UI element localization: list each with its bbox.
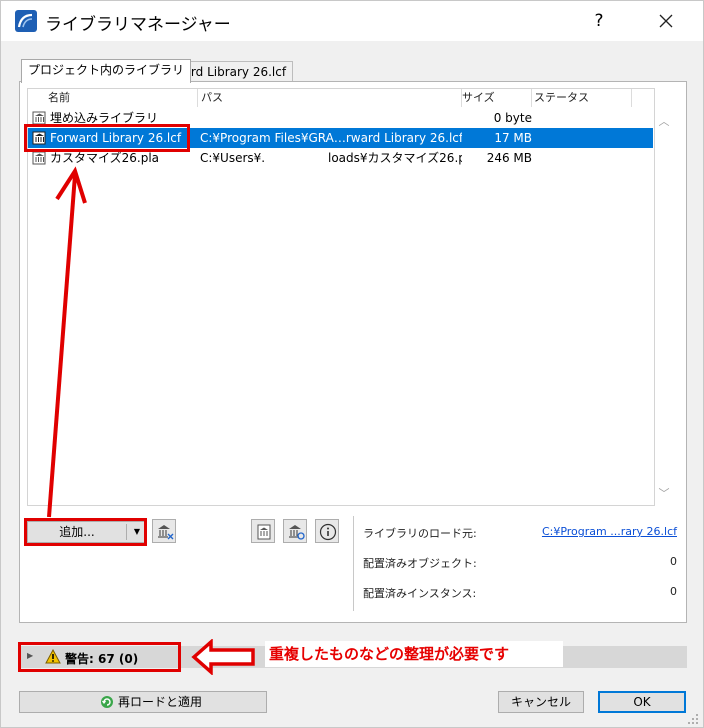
chevron-up-icon[interactable]: ︿ (658, 116, 670, 128)
resize-grip-icon[interactable] (687, 713, 701, 727)
close-button[interactable] (651, 7, 681, 35)
library-action-button-1[interactable] (251, 519, 275, 543)
library-load-icon (257, 524, 271, 540)
annotation-arrow-left-icon (191, 639, 255, 675)
load-source-label: ライブラリのロード元: (363, 527, 477, 540)
library-action-button-2[interactable] (283, 519, 307, 543)
column-header-status[interactable]: ステータス (532, 89, 632, 107)
placed-objects-value: 0 (670, 555, 677, 568)
row-path-end: loads¥カスタマイズ26.pla (328, 151, 462, 165)
annotation-highlight-add (24, 518, 147, 546)
info-divider (353, 516, 354, 611)
title-bar: ライブラリマネージャー ? (1, 1, 703, 41)
placed-objects-label: 配置済みオブジェクト: (363, 557, 477, 570)
row-path-start: C:¥Users¥. (200, 151, 266, 165)
close-icon (659, 14, 673, 28)
library-settings-icon (289, 525, 305, 540)
placed-instances-value: 0 (670, 585, 677, 598)
annotation-highlight-warning (18, 642, 181, 672)
column-header-path[interactable]: パス (198, 89, 462, 107)
help-button[interactable]: ? (585, 7, 613, 35)
remove-library-icon (158, 525, 174, 540)
ok-button[interactable]: OK (598, 691, 686, 713)
column-header-size[interactable]: サイズ (462, 89, 532, 107)
tab-project-libraries[interactable]: プロジェクト内のライブラリ (21, 59, 192, 83)
archicad-app-icon (15, 10, 37, 32)
remove-library-button[interactable] (152, 519, 176, 543)
placed-instances-label: 配置済みインスタンス: (363, 587, 477, 600)
list-scrollbar[interactable]: ︿ ﹀ (656, 88, 673, 506)
column-header-name[interactable]: 名前 (28, 89, 198, 107)
annotation-arrow-up-icon (47, 166, 87, 518)
chevron-down-icon[interactable]: ﹀ (658, 488, 670, 500)
row-size: 246 MB (486, 151, 532, 165)
reload-apply-button[interactable]: 再ロードと適用 (19, 691, 267, 713)
library-manager-window: ライブラリマネージャー ? プロジェクト内のライブラリ Forward Libr… (0, 0, 704, 728)
cancel-button[interactable]: キャンセル (498, 691, 584, 713)
annotation-highlight-row (24, 124, 190, 152)
row-path: C:¥Program Files¥GRA…rward Library 26.lc… (200, 131, 462, 145)
reload-icon (101, 696, 113, 708)
library-info-button[interactable] (315, 519, 339, 543)
info-icon (319, 523, 337, 541)
row-size: 0 byte (493, 111, 532, 125)
row-size: 17 MB (494, 131, 532, 145)
load-source-link[interactable]: C:¥Program ...rary 26.lcf (501, 525, 677, 538)
annotation-note: 重複したものなどの整理が必要です (265, 641, 563, 667)
window-title: ライブラリマネージャー (45, 15, 231, 35)
embedded-library-icon (32, 111, 46, 125)
reload-apply-label: 再ロードと適用 (118, 695, 203, 709)
